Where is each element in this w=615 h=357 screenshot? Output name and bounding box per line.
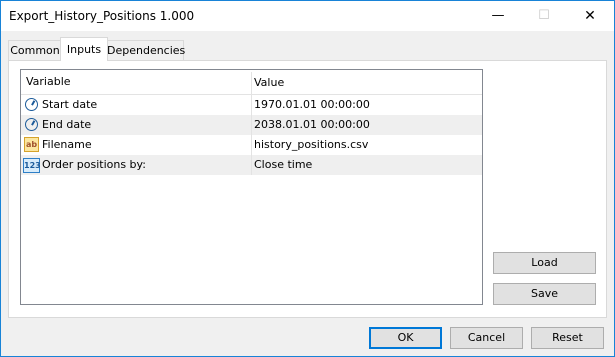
tab-inputs-label: Inputs	[66, 43, 102, 56]
tab-dependencies-label: Dependencies	[107, 44, 186, 57]
clock-icon	[25, 118, 38, 131]
row-variable: Start date	[42, 98, 98, 111]
row-value[interactable]: history_positions.csv	[254, 135, 368, 155]
table-row[interactable]: 123 Order positions by: Close time	[21, 155, 482, 175]
text-ab-icon: ab	[24, 137, 39, 152]
reset-button[interactable]: Reset	[531, 327, 604, 349]
minimize-icon[interactable]: —	[475, 1, 521, 31]
table-row[interactable]: ab Filename history_positions.csv	[21, 135, 482, 155]
row-value[interactable]: Close time	[254, 155, 312, 175]
row-value[interactable]: 1970.01.01 00:00:00	[254, 95, 370, 115]
clock-icon	[25, 98, 38, 111]
enum-123-icon: 123	[23, 158, 41, 173]
tab-inputs[interactable]: Inputs	[60, 37, 108, 61]
cancel-button[interactable]: Cancel	[450, 327, 523, 349]
tab-dependencies[interactable]: Dependencies	[106, 40, 186, 61]
row-value[interactable]: 2038.01.01 00:00:00	[254, 115, 370, 135]
window-title: Export_History_Positions 1.000	[9, 9, 195, 23]
header-value[interactable]: Value	[254, 72, 284, 94]
table-row[interactable]: Start date 1970.01.01 00:00:00	[21, 95, 482, 115]
inputs-grid: Variable Value Start date 1970.01.01 00:…	[20, 69, 483, 305]
row-variable: Filename	[42, 138, 92, 151]
header-variable[interactable]: Variable	[26, 72, 71, 92]
save-button[interactable]: Save	[493, 283, 596, 305]
tab-common[interactable]: Common	[8, 40, 62, 61]
load-button[interactable]: Load	[493, 252, 596, 274]
grid-header: Variable Value	[21, 72, 482, 95]
table-row[interactable]: End date 2038.01.01 00:00:00	[21, 115, 482, 135]
row-variable: Order positions by:	[42, 158, 146, 171]
ok-button[interactable]: OK	[369, 327, 442, 349]
title-bar: Export_History_Positions 1.000 — ☐ ✕	[1, 1, 614, 31]
row-variable: End date	[42, 118, 92, 131]
tab-common-label: Common	[10, 44, 60, 57]
close-icon[interactable]: ✕	[567, 1, 613, 31]
maximize-icon[interactable]: ☐	[521, 1, 567, 31]
inputs-panel: Variable Value Start date 1970.01.01 00:…	[8, 60, 607, 318]
